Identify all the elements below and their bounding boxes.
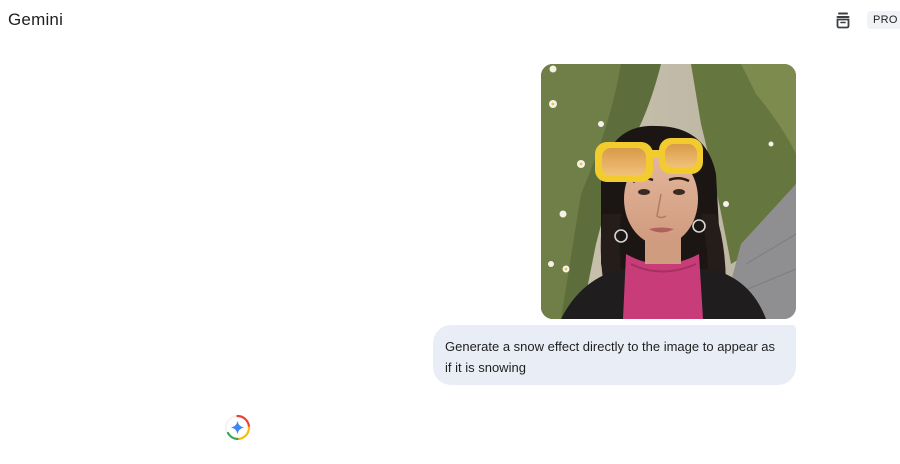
user-prompt-bubble: Generate a snow effect directly to the i… [433, 325, 796, 385]
temporary-chat-icon [836, 12, 850, 29]
temporary-chat-button[interactable] [832, 9, 854, 31]
gemini-spark-icon [225, 414, 251, 441]
gemini-chat-page: Gemini PRO Generate a snow effect direct… [0, 0, 900, 464]
app-title[interactable]: Gemini [8, 10, 63, 30]
selfie-photo [541, 64, 796, 319]
response-loading-indicator [224, 414, 251, 441]
uploaded-selfie-image[interactable] [541, 64, 796, 319]
pro-badge[interactable]: PRO [867, 11, 900, 29]
